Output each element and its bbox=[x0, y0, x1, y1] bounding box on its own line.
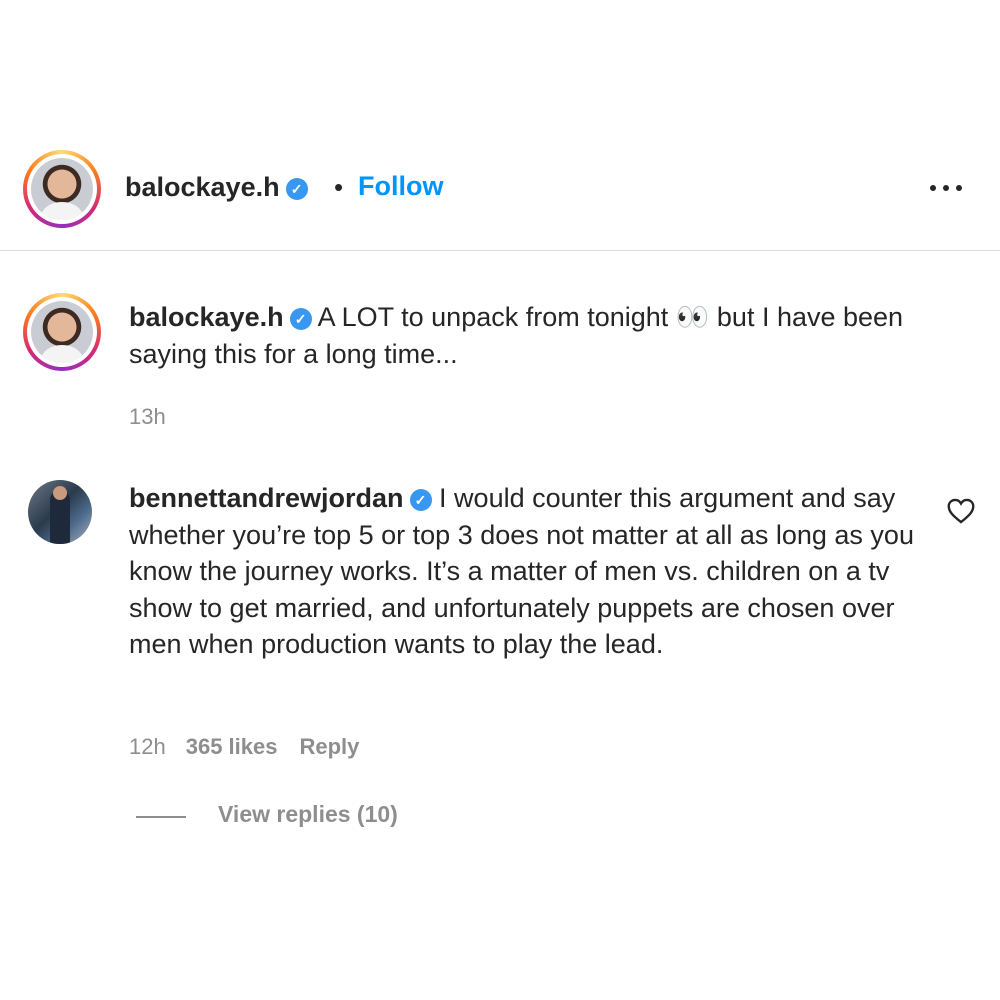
header-username[interactable]: balockaye.h ✓ bbox=[125, 172, 308, 203]
avatar-bennettandrewjordan[interactable] bbox=[28, 480, 92, 544]
follow-button[interactable]: Follow bbox=[358, 171, 443, 202]
comment-time: 12h bbox=[129, 734, 166, 759]
reply-button[interactable]: Reply bbox=[299, 734, 359, 759]
more-options-icon[interactable] bbox=[926, 176, 966, 200]
header-username-label[interactable]: balockaye.h bbox=[125, 172, 280, 202]
verified-badge-icon: ✓ bbox=[285, 178, 308, 200]
comment-likes[interactable]: 365 likes bbox=[186, 734, 278, 759]
avatar-photo bbox=[31, 158, 93, 220]
avatar-inner bbox=[27, 297, 97, 367]
caption-time: 13h bbox=[129, 404, 166, 429]
verified-badge-icon: ✓ bbox=[409, 489, 432, 511]
avatar-balockaye[interactable] bbox=[23, 150, 101, 228]
comment-text-block: bennettandrewjordan ✓ I would counter thi… bbox=[129, 480, 919, 663]
comment-username[interactable]: bennettandrewjordan bbox=[129, 483, 404, 513]
comment-meta: 12h 365 likes Reply bbox=[129, 734, 359, 760]
replies-divider bbox=[136, 816, 186, 818]
avatar-inner bbox=[27, 154, 97, 224]
caption-text-block: balockaye.h ✓ A LOT to unpack from tonigh… bbox=[129, 299, 969, 372]
view-replies-button[interactable]: View replies (10) bbox=[218, 801, 398, 828]
heart-icon[interactable] bbox=[947, 498, 975, 524]
separator-dot: • bbox=[334, 172, 344, 202]
avatar-balockaye-caption[interactable] bbox=[23, 293, 101, 371]
caption-username[interactable]: balockaye.h bbox=[129, 302, 284, 332]
verified-badge-icon: ✓ bbox=[289, 308, 312, 330]
avatar-photo bbox=[31, 301, 93, 363]
